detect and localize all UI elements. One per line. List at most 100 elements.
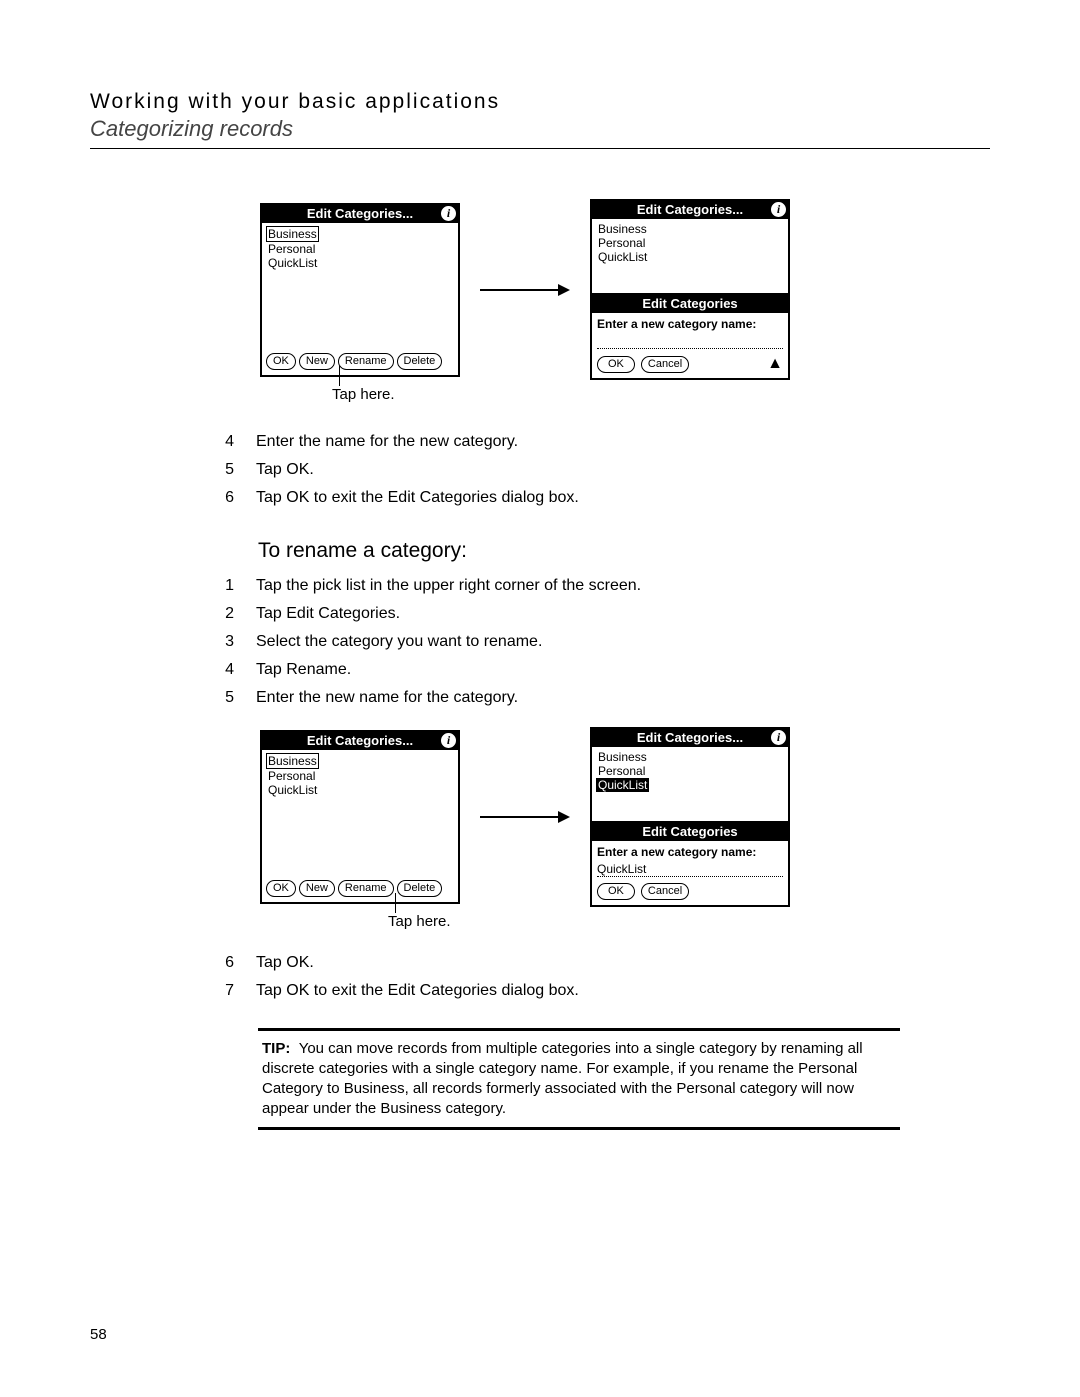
list-item[interactable]: Personal	[596, 764, 647, 778]
category-list[interactable]: Business Personal QuickList	[262, 750, 458, 876]
page-number: 58	[90, 1326, 107, 1343]
step-row: 3 Select the category you want to rename…	[220, 631, 900, 653]
arrow-icon	[480, 282, 570, 298]
dialog-title: Edit Categories...	[307, 733, 413, 748]
dialog-title: Edit Categories...	[637, 202, 743, 217]
cancel-button[interactable]: Cancel	[641, 883, 689, 900]
list-item[interactable]: Business	[266, 753, 319, 769]
dialog-title-bar: Edit Categories... i	[262, 205, 458, 223]
tap-here-caption: Tap here.	[332, 386, 900, 403]
page-header: Working with your basic applications Cat…	[90, 90, 990, 149]
step-row: 7 Tap OK to exit the Edit Categories dia…	[220, 980, 900, 1002]
step-number: 2	[220, 603, 234, 625]
sub-dialog-buttons: OK Cancel ▲	[597, 355, 783, 373]
list-item[interactable]: QuickList	[266, 256, 319, 270]
cancel-button[interactable]: Cancel	[641, 356, 689, 373]
list-item[interactable]: Personal	[266, 242, 317, 256]
rename-sub-dialog: Edit Categories Enter a new category nam…	[592, 293, 788, 378]
step-number: 1	[220, 575, 234, 597]
step-number: 4	[220, 659, 234, 681]
step-number: 4	[220, 431, 234, 453]
step-row: 4 Tap Rename.	[220, 659, 900, 681]
step-number: 3	[220, 631, 234, 653]
rename-button[interactable]: Rename	[338, 880, 394, 897]
category-list[interactable]: Business Personal QuickList	[592, 219, 788, 293]
new-button[interactable]: New	[299, 353, 335, 370]
dialog-title-bar: Edit Categories... i	[592, 729, 788, 747]
info-icon[interactable]: i	[441, 206, 456, 221]
edit-categories-dialog: Edit Categories... i Business Personal Q…	[590, 727, 790, 907]
step-text: Tap OK.	[256, 459, 314, 481]
info-icon[interactable]: i	[771, 202, 786, 217]
ok-button[interactable]: OK	[597, 356, 635, 373]
step-text: Tap OK to exit the Edit Categories dialo…	[256, 980, 579, 1002]
step-text: Tap Edit Categories.	[256, 603, 400, 625]
sub-dialog-body: Enter a new category name: OK Cancel ▲	[592, 313, 788, 378]
ok-button[interactable]: OK	[597, 883, 635, 900]
edit-categories-dialog: Edit Categories... i Business Personal Q…	[260, 730, 460, 904]
delete-button[interactable]: Delete	[397, 353, 443, 370]
step-number: 6	[220, 487, 234, 509]
prompt-label: Enter a new category name:	[597, 845, 783, 859]
dialog-title: Edit Categories...	[637, 730, 743, 745]
step-number: 5	[220, 459, 234, 481]
step-row: 2 Tap Edit Categories.	[220, 603, 900, 625]
list-item[interactable]: Business	[266, 226, 319, 242]
step-text: Tap the pick list in the upper right cor…	[256, 575, 641, 597]
arrow-icon	[480, 809, 570, 825]
step-text: Select the category you want to rename.	[256, 631, 542, 653]
figure-1-left-wrapper: Edit Categories... i Business Personal Q…	[260, 203, 460, 377]
step-text: Tap OK to exit the Edit Categories dialo…	[256, 487, 579, 509]
prompt-label: Enter a new category name:	[597, 317, 783, 331]
sub-dialog-body: Enter a new category name: OK Cancel	[592, 841, 788, 905]
section-heading: To rename a category:	[258, 539, 900, 563]
category-list[interactable]: Business Personal QuickList	[262, 223, 458, 349]
list-item[interactable]: Business	[596, 750, 649, 764]
category-list[interactable]: Business Personal QuickList	[592, 747, 788, 821]
sub-dialog-title: Edit Categories	[592, 823, 788, 841]
delete-button[interactable]: Delete	[397, 880, 443, 897]
edit-categories-dialog: Edit Categories... i Business Personal Q…	[260, 203, 460, 377]
step-row: 5 Enter the new name for the category.	[220, 687, 900, 709]
ok-button[interactable]: OK	[266, 880, 296, 897]
list-item[interactable]: QuickList	[266, 783, 319, 797]
category-name-input[interactable]	[597, 861, 783, 877]
list-item[interactable]: Personal	[596, 236, 647, 250]
category-name-input[interactable]	[597, 333, 783, 349]
step-text: Enter the name for the new category.	[256, 431, 518, 453]
breadcrumb: Working with your basic applications	[90, 90, 990, 114]
new-button[interactable]: New	[299, 880, 335, 897]
info-icon[interactable]: i	[771, 730, 786, 745]
dialog-button-row: OK New Rename Delete	[262, 349, 458, 375]
list-item[interactable]: Personal	[266, 769, 317, 783]
rename-sub-dialog: Edit Categories Enter a new category nam…	[592, 821, 788, 905]
tip-box: TIP: You can move records from multiple …	[258, 1028, 900, 1130]
dialog-button-row: OK New Rename Delete	[262, 876, 458, 902]
list-item[interactable]: Business	[596, 222, 649, 236]
list-item-selected[interactable]: QuickList	[596, 778, 649, 792]
step-list: 6 Tap OK. 7 Tap OK to exit the Edit Cate…	[220, 952, 900, 1002]
step-row: 6 Tap OK.	[220, 952, 900, 974]
step-text: Tap OK.	[256, 952, 314, 974]
content-region: Edit Categories... i Business Personal Q…	[90, 199, 990, 1130]
step-list: 4 Enter the name for the new category. 5…	[220, 431, 900, 509]
document-page: Working with your basic applications Cat…	[0, 0, 1080, 1397]
up-arrow-icon[interactable]: ▲	[767, 355, 783, 373]
dialog-title-bar: Edit Categories... i	[262, 732, 458, 750]
edit-categories-dialog: Edit Categories... i Business Personal Q…	[590, 199, 790, 380]
step-number: 7	[220, 980, 234, 1002]
figure-2: Edit Categories... i Business Personal Q…	[260, 727, 900, 907]
figure-1: Edit Categories... i Business Personal Q…	[260, 199, 900, 380]
step-row: 6 Tap OK to exit the Edit Categories dia…	[220, 487, 900, 509]
ok-button[interactable]: OK	[266, 353, 296, 370]
rename-button[interactable]: Rename	[338, 353, 394, 370]
tip-label: TIP:	[262, 1040, 290, 1057]
tip-body: You can move records from multiple categ…	[262, 1040, 863, 1117]
info-icon[interactable]: i	[441, 733, 456, 748]
list-item[interactable]: QuickList	[596, 250, 649, 264]
dialog-title: Edit Categories...	[307, 206, 413, 221]
figure-2-left-wrapper: Edit Categories... i Business Personal Q…	[260, 730, 460, 904]
step-number: 6	[220, 952, 234, 974]
step-row: 1 Tap the pick list in the upper right c…	[220, 575, 900, 597]
dialog-title-bar: Edit Categories... i	[592, 201, 788, 219]
